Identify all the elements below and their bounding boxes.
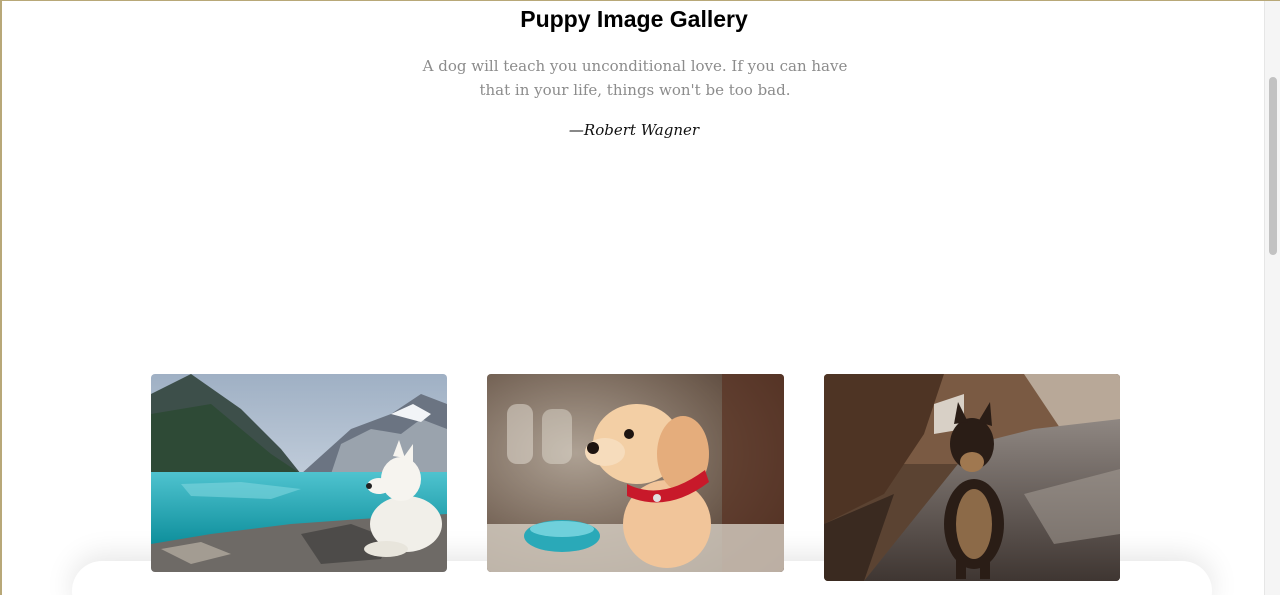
- german-shepherd-on-road-image[interactable]: [824, 374, 1120, 581]
- page-title: Puppy Image Gallery: [520, 6, 748, 32]
- lake-dog-illustration: [151, 374, 447, 572]
- golden-puppy-red-collar-image[interactable]: [487, 374, 784, 572]
- quote-author: —Robert Wagner: [568, 121, 700, 139]
- puppy-illustration: [487, 374, 784, 572]
- samoyed-by-lake-image[interactable]: [151, 374, 447, 572]
- scrollbar-thumb[interactable]: [1269, 77, 1277, 255]
- quote-text: A dog will teach you unconditional love.…: [422, 57, 848, 99]
- shepherd-illustration: [824, 374, 1120, 581]
- vertical-scrollbar[interactable]: [1264, 1, 1280, 595]
- gallery-page: Puppy Image Gallery A dog will teach you…: [2, 1, 1266, 595]
- browser-viewport: Puppy Image Gallery A dog will teach you…: [0, 0, 1280, 595]
